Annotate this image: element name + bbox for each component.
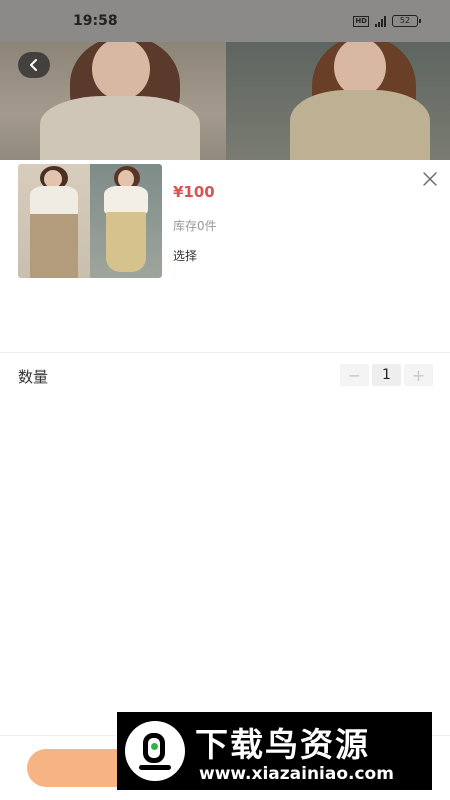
watermark-banner: 下载鸟资源 www.xiazainiao.com xyxy=(117,712,432,790)
close-icon xyxy=(423,172,437,186)
status-icons: HD 52 xyxy=(353,15,421,27)
select-label: 选择 xyxy=(173,249,198,263)
quantity-label: 数量 xyxy=(18,368,49,386)
watermark-url: www.xiazainiao.com xyxy=(199,764,394,784)
price: ¥100 xyxy=(173,183,215,201)
decrease-button[interactable]: − xyxy=(340,364,369,386)
product-gallery[interactable] xyxy=(0,42,450,160)
close-button[interactable] xyxy=(420,169,440,189)
battery-icon: 52 xyxy=(392,15,421,27)
watermark-logo xyxy=(125,721,185,781)
product-thumbnail xyxy=(18,164,162,278)
quantity-stepper: − 1 + xyxy=(340,364,433,386)
hd-badge: HD xyxy=(353,15,369,27)
watermark-title: 下载鸟资源 xyxy=(195,725,370,764)
quantity-value[interactable]: 1 xyxy=(372,364,401,386)
background-overlay: 19:58 HD 52 xyxy=(0,0,450,160)
signal-icon xyxy=(375,15,386,27)
back-button[interactable] xyxy=(18,52,50,78)
increase-button[interactable]: + xyxy=(404,364,433,386)
status-bar: 19:58 HD 52 xyxy=(0,0,450,42)
status-time: 19:58 xyxy=(73,13,118,29)
gallery-photo-2 xyxy=(226,42,450,160)
chevron-left-icon xyxy=(30,59,37,71)
stock-count: 库存0件 xyxy=(173,219,217,233)
sku-sheet: ¥100 库存0件 选择 数量 − 1 + xyxy=(0,160,450,800)
divider xyxy=(0,352,450,353)
